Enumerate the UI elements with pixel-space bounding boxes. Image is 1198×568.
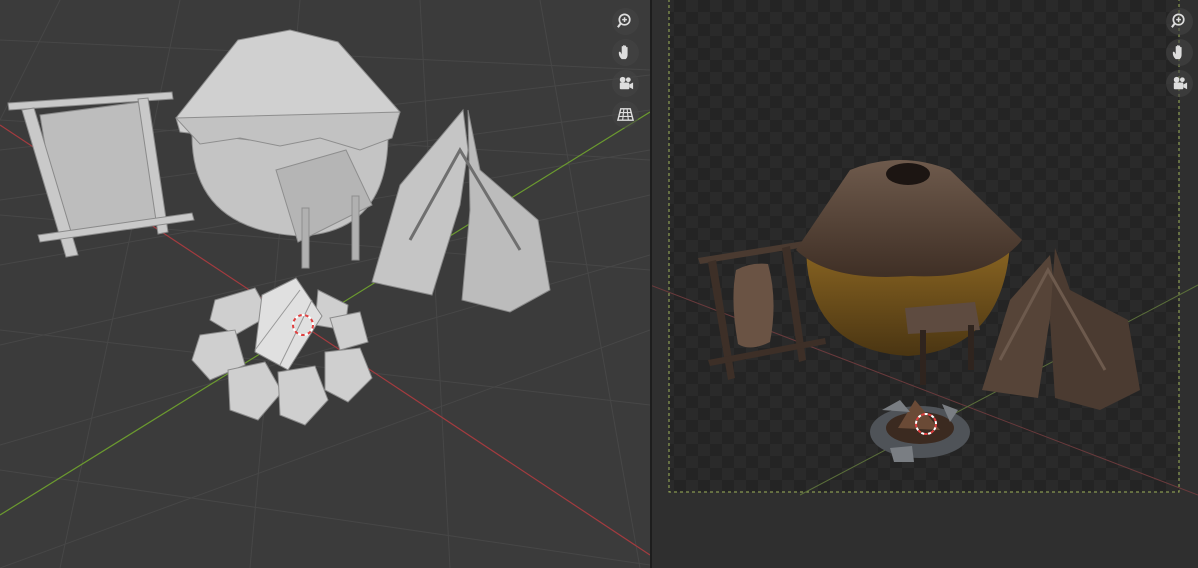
camera-view-icon: [1173, 76, 1188, 90]
camera-view-button[interactable]: [612, 70, 639, 97]
camera-view-button[interactable]: [1166, 70, 1193, 97]
hand-pan-icon: [1172, 45, 1182, 60]
zoom-icon: [1171, 13, 1185, 28]
zoom-icon: [617, 13, 631, 28]
pan-button[interactable]: [1166, 39, 1193, 66]
navigation-gizmo: [1166, 8, 1193, 97]
zoom-button[interactable]: [1166, 8, 1193, 35]
hand-pan-icon: [618, 45, 628, 60]
zoom-button[interactable]: [612, 8, 639, 35]
ortho-grid-icon: [616, 108, 635, 121]
viewport-rendered-scene: [650, 0, 1198, 496]
tent-mesh[interactable]: [371, 108, 551, 313]
viewport-divider[interactable]: [650, 0, 652, 568]
pan-button[interactable]: [612, 39, 639, 66]
viewport-rendered[interactable]: [650, 0, 1198, 568]
viewport-solid-scene: [0, 0, 650, 568]
camera-view-icon: [619, 76, 634, 90]
campfire-mesh[interactable]: [191, 277, 373, 426]
navigation-gizmo: [612, 8, 639, 128]
drying-rack-mesh[interactable]: [7, 91, 195, 258]
ortho-toggle-button[interactable]: [612, 101, 639, 128]
blender-workspace: [0, 0, 1198, 568]
viewport-solid[interactable]: [0, 0, 650, 568]
